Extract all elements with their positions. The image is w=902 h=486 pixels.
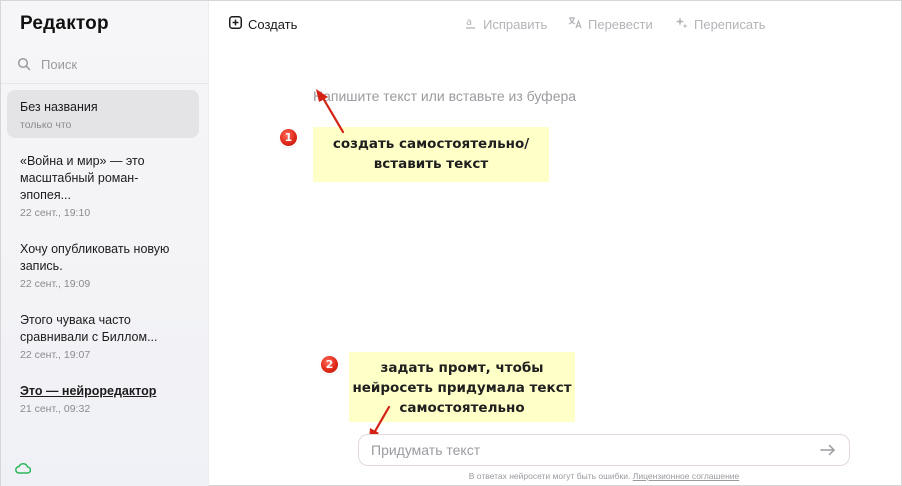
disclaimer-text: В ответах нейросети могут быть ошибки. <box>468 471 631 481</box>
prompt-bar <box>358 434 850 466</box>
create-button[interactable]: Создать <box>229 16 297 32</box>
document-time: 22 сент., 19:10 <box>20 207 91 219</box>
annotation-note-1: создать самостоятельно/ вставить текст <box>313 127 549 182</box>
rewrite-button[interactable]: Переписать <box>675 16 766 32</box>
document-item[interactable]: Хочу опубликовать новую запись. 22 сент.… <box>7 232 199 297</box>
sidebar-divider <box>1 83 208 84</box>
document-list: Без названия только что «Война и мир» — … <box>7 90 199 428</box>
fix-label: Исправить <box>483 17 548 32</box>
search-input[interactable] <box>41 56 181 72</box>
document-time: 21 сент., 09:32 <box>20 403 91 415</box>
document-item[interactable]: «Война и мир» — это масштабный роман-эпо… <box>7 144 199 226</box>
arrow-right-icon[interactable] <box>819 441 837 459</box>
translate-button[interactable]: Перевести <box>568 16 653 32</box>
document-time: 22 сент., 19:09 <box>20 278 91 290</box>
sparkle-icon <box>675 16 688 32</box>
prompt-input[interactable] <box>371 442 819 458</box>
search-icon <box>17 57 31 71</box>
app-title: Редактор <box>20 13 109 34</box>
annotation-note-2-line: нейросеть придумала текст <box>352 380 572 396</box>
disclaimer: В ответах нейросети могут быть ошибки. Л… <box>358 471 850 481</box>
document-title: Без названия <box>20 100 98 114</box>
annotation-badge-2: 2 <box>321 356 338 373</box>
search-bar[interactable] <box>17 55 197 73</box>
annotation-note-1-line: вставить текст <box>373 156 489 172</box>
spellcheck-icon: a <box>465 16 477 33</box>
document-item[interactable]: Это — нейроредактор 21 сент., 09:32 <box>7 374 199 422</box>
document-time: 22 сент., 19:07 <box>20 349 91 361</box>
plus-square-icon <box>229 16 242 32</box>
fix-button[interactable]: a Исправить <box>465 16 547 33</box>
translate-icon <box>568 16 582 32</box>
document-item[interactable]: Этого чувака часто сравнивали с Биллом..… <box>7 303 199 368</box>
sidebar: Редактор Без названия только что «Война … <box>1 1 209 486</box>
toolbar: Создать a Исправить Перевести Переписать <box>209 1 902 47</box>
rewrite-label: Переписать <box>694 16 766 32</box>
create-label: Создать <box>248 16 298 32</box>
annotation-badge-1: 1 <box>280 129 297 146</box>
document-item[interactable]: Без названия только что <box>7 90 199 138</box>
document-title: Хочу опубликовать новую запись. <box>20 242 170 273</box>
document-title: Этого чувака часто сравнивали с Биллом..… <box>20 313 158 344</box>
annotation-note-1-line: создать самостоятельно/ <box>332 136 530 152</box>
license-link[interactable]: Лицензионное соглашение <box>633 471 740 481</box>
editor-text-area[interactable]: Напишите текст или вставьте из буфера <box>313 88 576 104</box>
translate-label: Перевести <box>588 16 653 32</box>
svg-text:a: a <box>466 17 472 28</box>
document-title: «Война и мир» — это масштабный роман-эпо… <box>20 154 145 202</box>
document-time: только что <box>20 119 72 131</box>
annotation-note-2: задать промт, чтобы нейросеть придумала … <box>349 352 575 422</box>
annotation-note-2-line: самостоятельно <box>399 400 525 416</box>
app-window: Редактор Без названия только что «Война … <box>0 0 902 486</box>
cloud-sync-icon[interactable] <box>15 461 32 479</box>
document-title: Это — нейроредактор <box>20 384 157 398</box>
annotation-note-2-line: задать промт, чтобы <box>380 360 544 376</box>
